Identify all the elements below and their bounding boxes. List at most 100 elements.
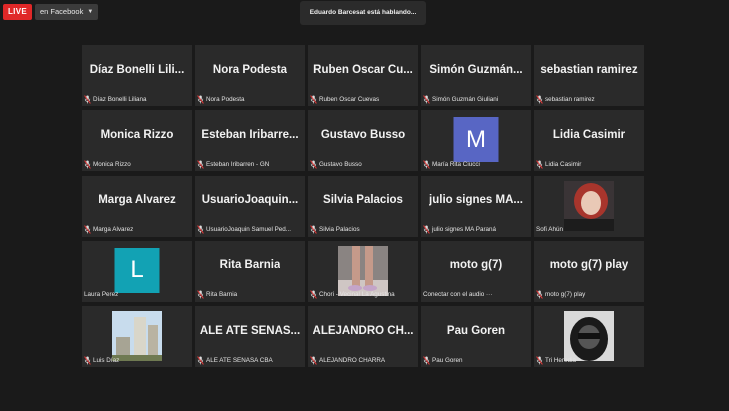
participant-name-label: moto g(7) play [536, 290, 642, 300]
participant-name-text: Simón Guzmán Giuliani [432, 95, 499, 103]
participant-display-name: Pau Goren [421, 306, 531, 355]
participant-display-name: ALEJANDRO CH... [308, 306, 418, 355]
participant-name-label: Luis Díaz [84, 355, 190, 365]
live-badge: LIVE [3, 4, 32, 20]
participant-name-label: Lidia Casimir [536, 159, 642, 169]
participant-name-label: Pau Goren [423, 355, 529, 365]
participant-name-text: Laura Perez [84, 291, 119, 299]
participant-name-label: Ruben Oscar Cuevas [310, 94, 416, 104]
mic-muted-icon [310, 225, 317, 234]
participant-name-label: Silvia Palacios [310, 225, 416, 235]
participant-tile[interactable]: Marga Alvarez Marga Alvarez [82, 175, 192, 237]
participant-display-name: ALE ATE SENAS... [195, 306, 305, 355]
participant-tile[interactable]: Chori - Vecinal La Agustina [308, 240, 418, 302]
participant-name-label: Laura Perez [84, 290, 190, 300]
mic-muted-icon [536, 290, 543, 299]
participant-display-name: Monica Rizzo [82, 110, 192, 159]
participant-tile[interactable]: moto g(7) play moto g(7) play [534, 240, 644, 302]
participant-display-name-text: Nora Podesta [212, 63, 288, 76]
participant-display-name: Simón Guzmán... [421, 45, 531, 94]
participant-name-text: Tri Heredia [545, 356, 576, 364]
participant-display-name-text: Pau Goren [446, 324, 506, 337]
participant-display-name: Díaz Bonelli Lili... [82, 45, 192, 94]
mic-muted-icon [197, 225, 204, 234]
participant-display-name-text: moto g(7) [449, 259, 503, 272]
participant-tile[interactable]: Díaz Bonelli Lili... Díaz Bonelli Liliana [82, 45, 192, 106]
participant-tile[interactable]: Esteban Iribarre... Esteban Iribarren - G… [195, 110, 305, 172]
participant-display-name-text: Marga Alvarez [98, 194, 176, 206]
participant-display-name: Ruben Oscar Cu... [308, 45, 418, 94]
participant-name-text: Conectar con el audio ··· [423, 291, 493, 299]
participant-tile[interactable]: Sofi Ahún [534, 175, 644, 237]
mic-muted-icon [84, 160, 91, 169]
mic-muted-icon [310, 290, 317, 299]
participant-display-name: julio signes MA... [421, 176, 531, 225]
live-indicator: LIVE en Facebook ▼ [3, 4, 99, 20]
participant-display-name-text: Rita Barnia [219, 259, 281, 272]
participant-display-name: Silvia Palacios [308, 176, 418, 225]
participant-tile[interactable]: UsuarioJoaquin... UsuarioJoaquin Samuel P… [195, 175, 305, 237]
participant-tile[interactable]: Nora Podesta Nora Podesta [195, 45, 305, 106]
mic-muted-icon [310, 355, 317, 365]
participant-tile[interactable]: ALE ATE SENAS... ALE ATE SENASA CBA [195, 306, 305, 367]
mic-muted-icon [84, 225, 91, 234]
participant-tile[interactable]: Simón Guzmán... Simón Guzmán Giuliani [421, 45, 531, 106]
mic-muted-icon [536, 160, 543, 169]
participant-name-label: Díaz Bonelli Liliana [84, 94, 190, 104]
participant-tile[interactable]: ALEJANDRO CH... ALEJANDRO CHARRA [308, 306, 418, 367]
participant-tile[interactable]: Ruben Oscar Cu... Ruben Oscar Cuevas [308, 45, 418, 106]
participant-tile[interactable]: sebastian ramirez sebastian ramirez [534, 45, 644, 106]
stream-destination-label: en Facebook [39, 7, 84, 16]
participant-name-label: UsuarioJoaquin Samuel Ped... [197, 225, 303, 235]
participant-name-text: UsuarioJoaquin Samuel Ped... [206, 226, 292, 233]
mic-muted-icon [84, 94, 91, 104]
participant-name-label: María Rita Ciucci [423, 159, 529, 169]
mic-muted-icon [197, 94, 204, 104]
participant-name-text: ALEJANDRO CHARRA [319, 356, 386, 364]
participant-name-text: Gustavo Busso [319, 160, 362, 168]
participant-display-name-text: Silvia Palacios [323, 194, 403, 206]
participant-display-name-text: Monica Rizzo [100, 128, 174, 141]
caret-down-icon: ▼ [87, 9, 94, 15]
participant-display-name-text: Ruben Oscar Cu... [313, 63, 413, 76]
participant-name-label: ALEJANDRO CHARRA [310, 355, 416, 365]
participant-tile[interactable]: Rita Barnia Rita Barnia [195, 240, 305, 302]
participant-tile[interactable]: Silvia Palacios Silvia Palacios [308, 175, 418, 237]
participant-name-text: Sofi Ahún [536, 226, 563, 233]
participant-tile[interactable]: Tri Heredia [534, 306, 644, 367]
participant-avatar: M [453, 117, 499, 163]
participant-tile[interactable]: Pau Goren Pau Goren [421, 306, 531, 367]
mic-muted-icon [310, 94, 317, 104]
participant-tile[interactable]: moto g(7) Conectar con el audio ··· [421, 240, 531, 302]
participant-display-name-text: Simón Guzmán... [429, 63, 523, 76]
participant-tile[interactable]: Monica Rizzo Monica Rizzo [82, 110, 192, 172]
participant-display-name: sebastian ramirez [534, 45, 644, 94]
participant-name-label: Rita Barnia [197, 290, 303, 300]
participant-name-text: sebastian ramirez [545, 95, 595, 103]
participant-name-text: Lidia Casimir [545, 160, 582, 168]
gallery-view: Díaz Bonelli Lili... Díaz Bonelli Liliana… [82, 45, 644, 367]
participant-name-text: María Rita Ciucci [432, 160, 480, 168]
participant-tile[interactable]: Luis Díaz [82, 306, 192, 367]
participant-tile[interactable]: M María Rita Ciucci [421, 110, 531, 172]
mic-muted-icon [536, 355, 543, 365]
stream-destination-dropdown[interactable]: en Facebook ▼ [34, 4, 99, 20]
mic-muted-icon [423, 355, 430, 365]
participant-tile[interactable]: Lidia Casimir Lidia Casimir [534, 110, 644, 172]
participant-video-buildings-sky [112, 311, 162, 361]
participant-avatar: L [114, 247, 160, 293]
participant-name-text: Pau Goren [432, 356, 463, 364]
participant-display-name-text: moto g(7) play [549, 259, 629, 272]
participant-name-text: Rita Barnia [206, 291, 238, 299]
participant-tile[interactable]: julio signes MA... julio signes MA Paraná [421, 175, 531, 237]
participant-name-text: Nora Podesta [206, 95, 245, 103]
participant-name-label: Tri Heredia [536, 355, 642, 365]
participant-name-text: Luis Díaz [93, 356, 120, 364]
participant-name-label: Nora Podesta [197, 94, 303, 104]
participant-tile[interactable]: Gustavo Busso Gustavo Busso [308, 110, 418, 172]
participant-tile[interactable]: L Laura Perez [82, 240, 192, 302]
participant-display-name-text: Esteban Iribarre... [201, 128, 299, 141]
mic-muted-icon [197, 160, 204, 169]
participant-display-name: UsuarioJoaquin... [195, 176, 305, 225]
mic-muted-icon [423, 94, 430, 104]
